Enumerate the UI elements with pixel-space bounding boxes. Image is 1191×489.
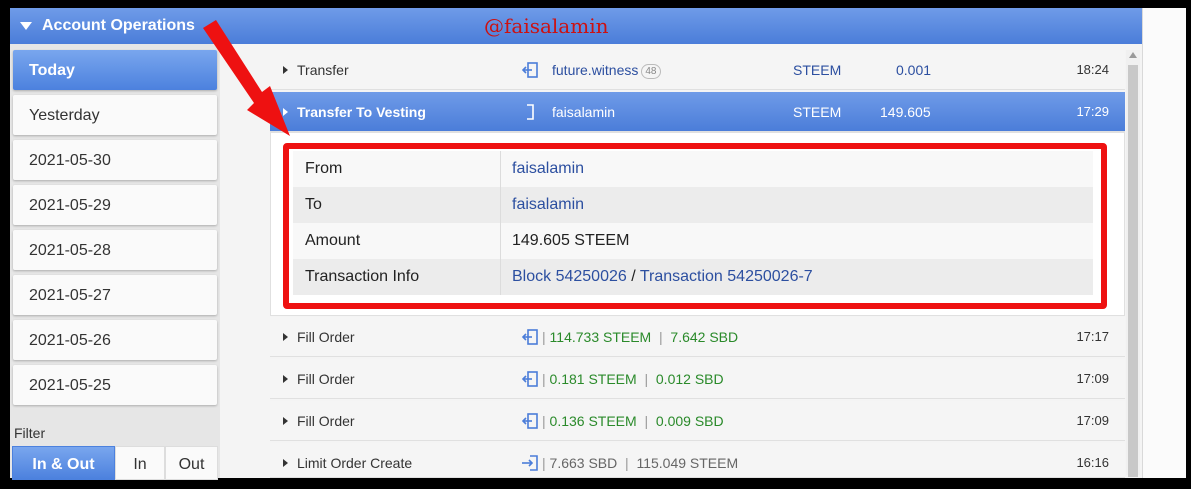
annotation-arrow-icon [203, 20, 290, 136]
